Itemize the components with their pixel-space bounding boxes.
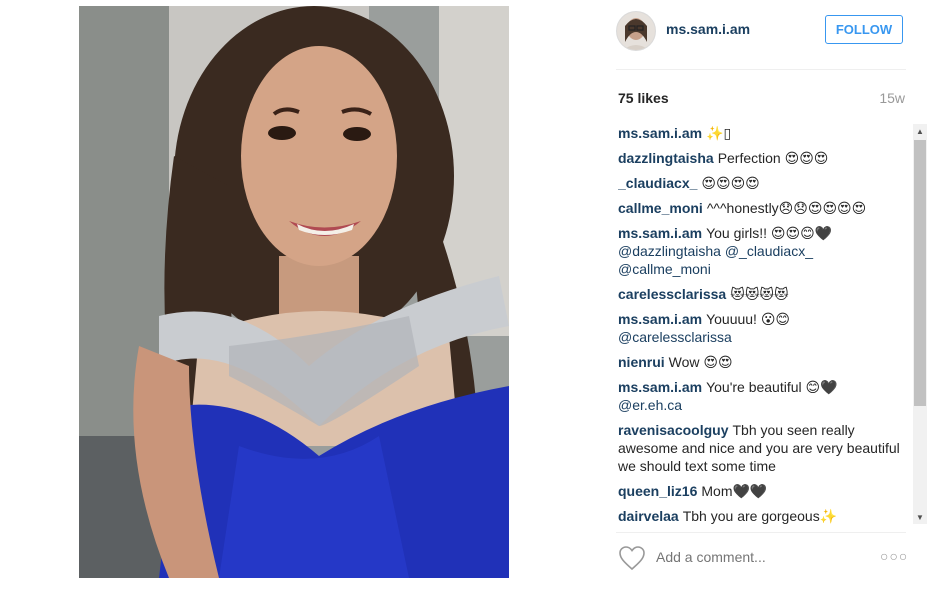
- comment-username[interactable]: queen_liz16: [618, 483, 697, 499]
- comment-item: ms.sam.i.am You're beautiful 😊🖤 @er.eh.ca: [618, 378, 908, 414]
- comment-item: queen_liz16 Mom🖤🖤: [618, 482, 908, 500]
- heart-icon[interactable]: [618, 545, 646, 571]
- avatar[interactable]: [616, 11, 656, 51]
- avatar-image: [617, 12, 655, 50]
- post-author-username[interactable]: ms.sam.i.am: [666, 21, 750, 37]
- comments-list[interactable]: ms.sam.i.am ✨▯ dazzlingtaisha Perfection 😍…: [618, 124, 908, 524]
- comment-text: Youuuu! 😮😊: [706, 311, 791, 327]
- comment-text: 😍😍😍😍: [701, 175, 760, 191]
- comment-username[interactable]: ms.sam.i.am: [618, 311, 702, 327]
- scroll-up-arrow-icon[interactable]: ▲: [913, 124, 927, 138]
- comment-item: dairvelaa Tbh you are gorgeous✨: [618, 507, 908, 524]
- comment-username[interactable]: nienrui: [618, 354, 665, 370]
- comments-scrollbar[interactable]: ▲ ▼: [913, 124, 927, 524]
- comment-text: Wow 😍😍: [668, 354, 733, 370]
- comment-text: ^^^honestly😞😞😍😍😍😍: [706, 200, 867, 216]
- comment-username[interactable]: callme_moni: [618, 200, 703, 216]
- post-photo[interactable]: [79, 6, 509, 578]
- comment-text: Tbh you are gorgeous✨: [682, 508, 838, 524]
- more-options-icon[interactable]: ○○○: [880, 548, 908, 564]
- comment-item: ms.sam.i.am You girls!! 😍😍😊🖤 @dazzlingtai…: [618, 224, 908, 278]
- comment-username[interactable]: ms.sam.i.am: [618, 225, 702, 241]
- comment-text: Perfection 😍😍😍: [717, 150, 829, 166]
- comment-item: callme_moni ^^^honestly😞😞😍😍😍😍: [618, 199, 908, 217]
- header-divider: [616, 69, 906, 70]
- comment-item: ravenisacoolguy Tbh you seen really aweso…: [618, 421, 908, 475]
- scrollbar-thumb[interactable]: [914, 140, 926, 406]
- comment-item: _claudiacx_ 😍😍😍😍: [618, 174, 908, 192]
- comment-username[interactable]: dairvelaa: [618, 508, 679, 524]
- comment-text: Mom🖤🖤: [701, 483, 768, 499]
- comment-username[interactable]: ms.sam.i.am: [618, 125, 702, 141]
- comment-item: ms.sam.i.am Youuuu! 😮😊 @carelessclarissa: [618, 310, 908, 346]
- follow-button[interactable]: FOLLOW: [825, 15, 903, 44]
- comment-mentions[interactable]: @dazzlingtaisha @_claudiacx_ @callme_mon…: [618, 243, 813, 277]
- comment-username[interactable]: ravenisacoolguy: [618, 422, 729, 438]
- post-header: ms.sam.i.am FOLLOW: [616, 10, 906, 52]
- heart-icon-graphic: [619, 546, 645, 571]
- comment-username[interactable]: ms.sam.i.am: [618, 379, 702, 395]
- comment-item: dazzlingtaisha Perfection 😍😍😍: [618, 149, 908, 167]
- footer-divider: [616, 532, 906, 533]
- likes-count[interactable]: 75 likes: [618, 90, 669, 106]
- post-age[interactable]: 15w: [879, 90, 905, 106]
- comment-username[interactable]: _claudiacx_: [618, 175, 697, 191]
- comment-item: nienrui Wow 😍😍: [618, 353, 908, 371]
- comment-username[interactable]: carelessclarissa: [618, 286, 726, 302]
- comment-item: ms.sam.i.am ✨▯: [618, 124, 908, 142]
- comment-text: 😻😻😻😻: [730, 286, 789, 302]
- comment-username[interactable]: dazzlingtaisha: [618, 150, 714, 166]
- photo-graphic: [79, 6, 509, 578]
- comment-item: carelessclarissa 😻😻😻😻: [618, 285, 908, 303]
- add-comment-input[interactable]: [656, 549, 856, 565]
- scroll-down-arrow-icon[interactable]: ▼: [913, 510, 927, 524]
- comment-mentions[interactable]: @carelessclarissa: [618, 329, 732, 345]
- comment-text: You girls!! 😍😍😊🖤: [706, 225, 833, 241]
- comment-mentions[interactable]: @er.eh.ca: [618, 397, 682, 413]
- comment-text: You're beautiful 😊🖤: [706, 379, 838, 395]
- comment-text: ✨▯: [706, 125, 732, 141]
